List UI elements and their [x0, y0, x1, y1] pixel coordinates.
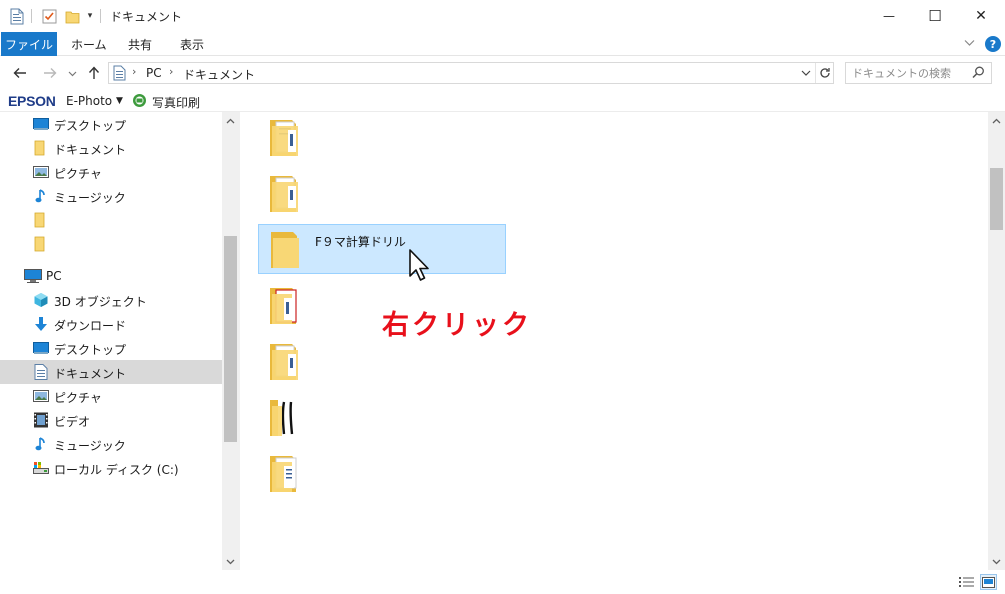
folder-icon [33, 212, 49, 228]
epson-logo: EPSON [8, 93, 56, 109]
list-item[interactable] [258, 169, 506, 219]
video-icon [33, 412, 49, 428]
list-item[interactable] [258, 113, 506, 163]
properties-icon[interactable] [40, 7, 58, 25]
breadcrumb-pc[interactable]: PC [146, 66, 162, 80]
nav-item-pc[interactable]: PC [0, 264, 222, 288]
nav-item-videos[interactable]: ビデオ [0, 408, 222, 432]
quick-access-dropdown-icon[interactable]: ▾ [84, 7, 96, 25]
nav-item-pictures[interactable]: ピクチャ [0, 160, 222, 184]
minimize-button[interactable]: — [866, 0, 912, 32]
maximize-button[interactable]: ☐ [912, 0, 958, 32]
expand-ribbon-chevron-icon[interactable] [964, 37, 975, 51]
folder-with-documents-icon [268, 116, 302, 160]
navigation-pane: デスクトップ ドキュメント ピクチャ ミュージック PC 3D オブジェクト ダ… [0, 112, 240, 570]
recent-locations-chevron-icon[interactable] [66, 64, 78, 82]
navigation-bar: › PC › ドキュメント [0, 56, 1005, 90]
refresh-icon[interactable] [815, 63, 833, 83]
pictures-icon [33, 164, 49, 180]
navigation-pane-scrollbar[interactable] [222, 112, 239, 570]
up-arrow-icon[interactable] [86, 64, 102, 82]
breadcrumb-separator-icon[interactable]: › [132, 65, 136, 78]
tab-file[interactable]: ファイル [1, 32, 57, 56]
new-folder-icon[interactable] [63, 7, 81, 25]
folder-with-documents-icon [268, 172, 302, 216]
documents-window-icon[interactable] [8, 7, 26, 25]
forward-arrow-icon[interactable] [40, 64, 60, 82]
nav-item-documents[interactable]: ドキュメント [0, 360, 222, 384]
list-item-selected-folder[interactable]: F９マ計算ドリル [258, 224, 506, 274]
pictures-icon [33, 388, 49, 404]
nav-item-downloads[interactable]: ダウンロード [0, 312, 222, 336]
nav-item-music[interactable]: ミュージック [0, 432, 222, 456]
large-icons-view-icon[interactable] [980, 574, 997, 590]
epson-toolbar: EPSON E-Photo ▼ 写真印刷 [0, 90, 1005, 112]
local-disk-icon [33, 460, 49, 476]
documents-icon [33, 364, 49, 380]
window-title: ドキュメント [110, 10, 183, 24]
folder-icon [33, 140, 49, 156]
address-bar[interactable]: › PC › ドキュメント [108, 62, 834, 84]
scroll-up-arrow-icon[interactable] [988, 112, 1005, 129]
list-item[interactable] [258, 393, 506, 443]
ribbon-tabs: ファイル ホーム 共有 表示 ? [0, 32, 1005, 56]
nav-item-pictures[interactable]: ピクチャ [0, 384, 222, 408]
title-bar: ▾ ドキュメント — ☐ ✕ [0, 0, 1005, 32]
folder-icon [33, 236, 49, 252]
address-history-chevron-icon[interactable] [797, 63, 815, 83]
toolbar-separator [31, 9, 32, 23]
right-click-annotation: 右クリック [382, 310, 532, 341]
download-icon [33, 316, 49, 332]
nav-item-documents[interactable]: ドキュメント [0, 136, 222, 160]
scrollbar-thumb[interactable] [224, 236, 237, 442]
scrollbar-thumb[interactable] [990, 168, 1003, 230]
scroll-up-arrow-icon[interactable] [222, 112, 239, 129]
toolbar-separator [100, 9, 101, 23]
tab-home[interactable]: ホーム [71, 32, 107, 56]
photo-print-icon[interactable] [132, 93, 147, 111]
close-button[interactable]: ✕ [958, 0, 1004, 32]
list-item[interactable] [258, 337, 506, 387]
nav-item-folder[interactable] [0, 232, 222, 256]
epson-dropdown-icon[interactable]: ▼ [116, 96, 123, 106]
photo-print-button[interactable]: 写真印刷 [152, 94, 200, 111]
desktop-icon [33, 340, 49, 356]
help-button[interactable]: ? [985, 36, 1001, 52]
nav-item-3d-objects[interactable]: 3D オブジェクト [0, 288, 222, 312]
file-list: F９マ計算ドリル [241, 112, 988, 570]
music-icon [33, 188, 49, 204]
details-view-icon[interactable] [958, 574, 975, 590]
search-icon[interactable] [972, 66, 985, 82]
3d-objects-icon [33, 292, 49, 308]
nav-item-desktop[interactable]: デスクトップ [0, 336, 222, 360]
folder-with-black-document-icon [268, 396, 302, 440]
folder-with-documents-icon [268, 452, 302, 496]
mouse-cursor-icon [408, 248, 432, 284]
tab-share[interactable]: 共有 [128, 32, 152, 56]
scroll-down-arrow-icon[interactable] [988, 553, 1005, 570]
epson-app-name[interactable]: E-Photo [66, 94, 112, 108]
music-icon [33, 436, 49, 452]
nav-item-music[interactable]: ミュージック [0, 184, 222, 208]
folder-with-red-document-icon [268, 284, 302, 328]
pc-icon [24, 268, 42, 284]
folder-icon [269, 228, 303, 272]
nav-item-local-disk[interactable]: ローカル ディスク (C:) [0, 456, 222, 480]
file-list-scrollbar[interactable] [988, 112, 1005, 570]
nav-item-folder[interactable] [0, 208, 222, 232]
status-bar [0, 570, 1005, 594]
tab-view[interactable]: 表示 [180, 32, 204, 56]
folder-with-documents-icon [268, 340, 302, 384]
search-input[interactable] [845, 62, 992, 84]
breadcrumb-documents[interactable]: ドキュメント [183, 66, 255, 83]
back-arrow-icon[interactable] [10, 64, 30, 82]
desktop-icon [33, 116, 49, 132]
list-item[interactable] [258, 449, 506, 499]
breadcrumb-separator-icon[interactable]: › [169, 65, 173, 78]
nav-item-desktop[interactable]: デスクトップ [0, 112, 222, 136]
scroll-down-arrow-icon[interactable] [222, 553, 239, 570]
documents-location-icon [113, 65, 126, 84]
